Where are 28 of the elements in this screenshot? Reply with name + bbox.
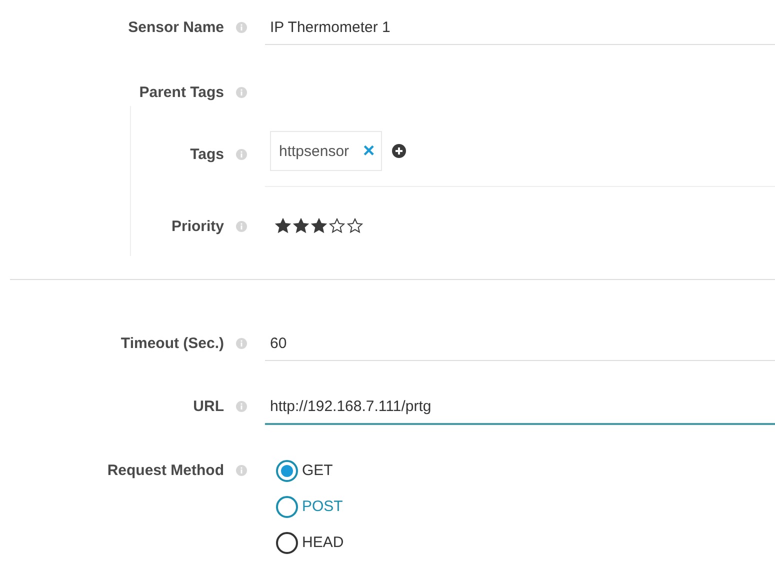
- text-field[interactable]: IP Thermometer 1: [265, 4, 775, 45]
- info-icon: [236, 22, 247, 33]
- info-icon: [236, 465, 247, 476]
- radio-option[interactable]: POST: [275, 495, 343, 519]
- info-icon: [236, 401, 247, 412]
- info-icon: [236, 87, 247, 98]
- star-icon: [347, 218, 363, 234]
- info-icon: [236, 149, 247, 160]
- field-label: Request Method: [106, 461, 224, 481]
- add-icon[interactable]: [392, 144, 406, 158]
- field-label: Priority: [170, 217, 224, 237]
- star-icon: [311, 218, 327, 234]
- field-label: Sensor Name: [127, 18, 224, 38]
- field-label: URL: [192, 397, 224, 417]
- text-field[interactable]: 60: [265, 320, 775, 361]
- field-label: Parent Tags: [138, 83, 224, 103]
- star-icon: [329, 218, 345, 234]
- info-icon: [236, 338, 247, 349]
- radio-option[interactable]: GET: [275, 459, 333, 483]
- radio-option[interactable]: HEAD: [275, 531, 344, 555]
- star-icon: [293, 218, 309, 234]
- text-field[interactable]: http://192.168.7.111/prtg: [265, 383, 775, 425]
- tag-text: httpsensor: [279, 142, 350, 160]
- tags-field[interactable]: httpsensor ×: [265, 131, 775, 187]
- field-label: Timeout (Sec.): [120, 334, 224, 354]
- star-icon: [275, 218, 291, 234]
- field-label: Tags: [189, 145, 224, 165]
- info-icon: [236, 221, 247, 232]
